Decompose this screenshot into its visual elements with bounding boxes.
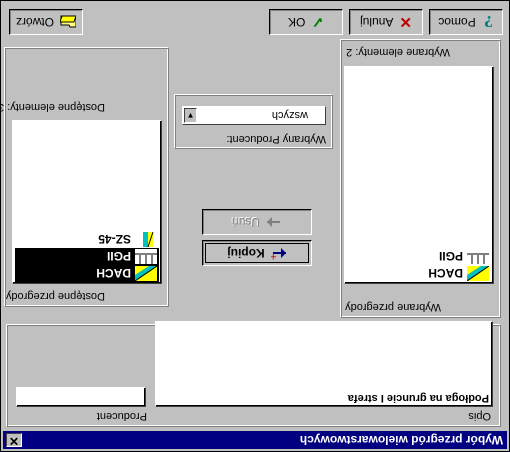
remove-button-label: Usuń [232,215,261,229]
cancel-button[interactable]: ✕ Anuluj [349,9,423,35]
dialog-window: Wybór przegród wielowarstwowych ✕ Opis P… [0,0,510,452]
selected-list-item[interactable]: PGII [347,248,491,265]
selected-list[interactable]: DACH PGII [344,66,494,284]
producer-select-value: wszych [271,109,308,122]
chevron-down-icon[interactable]: ▼ [184,108,197,123]
selected-item-label: PGII [438,249,463,264]
description-label: Opis [468,410,491,422]
available-header-label: Dostępne elementy: 3 [0,101,105,113]
checkmark-icon: ✓ [311,13,324,30]
available-item-label: PGII [106,249,131,264]
ok-button[interactable]: ✓ OK [269,9,343,35]
selected-header-label: Wybrane elementy: 2 [346,46,450,58]
copy-icon: + [271,246,287,260]
svg-text:?: ? [484,14,493,30]
producer-field-label: Producent [96,410,147,422]
roof-icon [135,266,157,281]
close-icon: ✕ [399,13,412,30]
question-icon: ? [482,14,494,30]
wall-icon [135,232,157,247]
window-title: Wybór przegród wielowarstwowych [299,433,503,447]
remove-icon [266,215,282,229]
available-item-label: DACH [96,266,131,281]
producer-field[interactable] [16,387,146,407]
open-button[interactable]: Otwórz [9,9,83,35]
description-box[interactable]: Podłoga na gruncie I strefa [155,321,493,407]
copy-button[interactable]: + Kopiuj [202,240,312,266]
producer-select[interactable]: ▼ wszych [182,106,326,125]
selected-list-item[interactable]: DACH [347,265,491,282]
selected-footer-label: Wybrane przegrody [345,301,441,313]
help-button[interactable]: ? Pomoc [429,9,503,35]
copy-button-label: Kopiuj [227,246,265,260]
help-button-label: Pomoc [438,15,476,29]
available-item-label: SZ-45 [98,232,131,247]
svg-text:+: + [271,251,277,260]
roof-icon [467,266,489,281]
floor-icon [467,249,489,264]
floor-icon [135,249,157,264]
open-button-label: Otwórz [16,15,55,29]
available-list-item[interactable]: PGII [15,248,159,265]
available-list[interactable]: DACH PGII SZ-45 [12,120,162,284]
producer-group-label: Wybrany Producent: [226,133,326,145]
description-text: Podłoga na gruncie I strefa [347,392,489,404]
cancel-button-label: Anuluj [360,15,394,29]
available-list-item[interactable]: SZ-45 [15,231,159,248]
ok-button-label: OK [288,15,306,29]
close-button[interactable]: ✕ [6,433,22,448]
title-bar[interactable]: Wybór przegród wielowarstwowych ✕ [3,431,507,449]
available-footer-label: Dostępne przegrody [5,290,105,302]
remove-button[interactable]: Usuń [202,209,312,235]
selected-item-label: DACH [428,266,463,281]
folder-icon [60,16,77,29]
available-list-item[interactable]: DACH [15,265,159,282]
